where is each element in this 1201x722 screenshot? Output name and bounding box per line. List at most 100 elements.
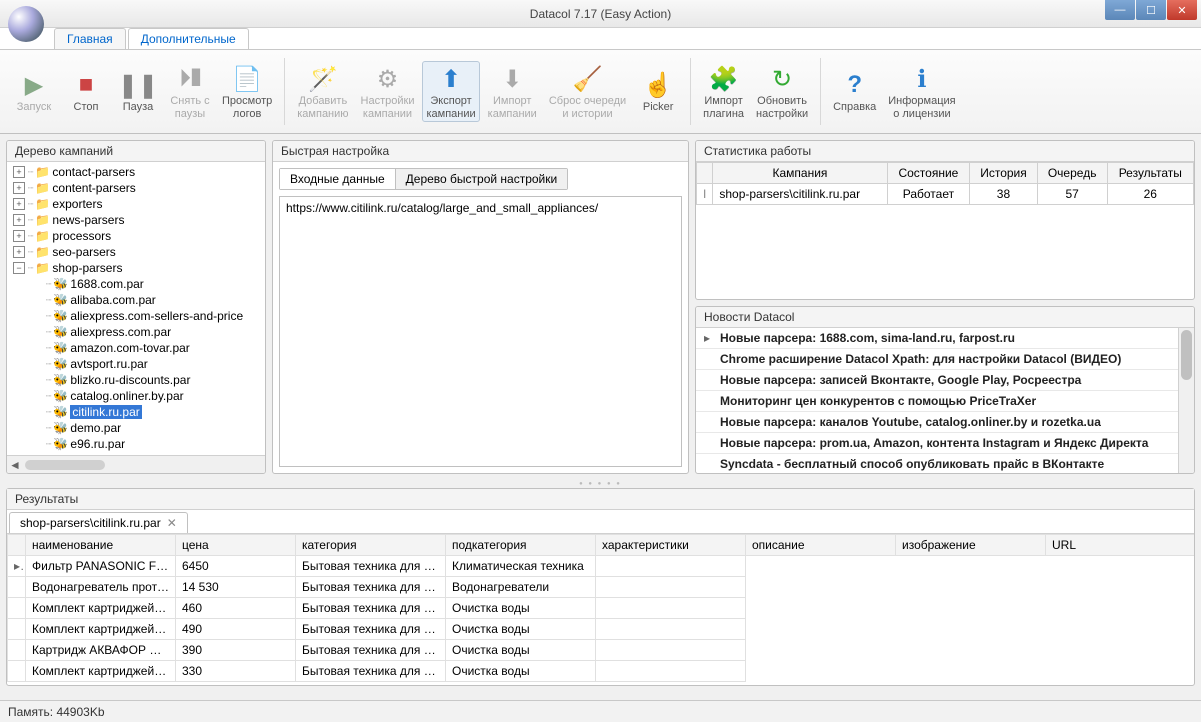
results-column-header[interactable]: категория [296,535,446,556]
ribbon-help-button[interactable]: ?Справка [829,67,880,115]
ribbon-pause-button[interactable]: ❚❚Пауза [114,67,162,115]
tree-toggle-icon[interactable]: + [13,230,25,242]
news-item[interactable]: Мониторинг цен конкурентов с помощью Pri… [696,391,1194,412]
ribbon-license-button[interactable]: ℹИнформация о лицензии [884,61,959,121]
tree-folder[interactable]: +┈📁processors [11,228,261,244]
news-item-title: Chrome расширение Datacol Xpath: для нас… [720,352,1186,366]
ribbon-add-campaign-button[interactable]: 🪄Добавить кампанию [293,61,352,121]
results-tab[interactable]: shop-parsers\citilink.ru.par ✕ [9,512,188,533]
tree-toggle-icon[interactable]: + [13,166,25,178]
tree-toggle-icon[interactable]: + [13,198,25,210]
ribbon-start-button[interactable]: ▶Запуск [10,67,58,115]
stats-row[interactable]: Ishop-parsers\citilink.ru.parРаботает385… [697,184,1194,205]
news-vertical-scrollbar[interactable] [1178,328,1194,473]
tree-item-label: e96.ru.par [70,437,125,451]
results-row[interactable]: Комплект картриджей …460Бытовая техника … [8,598,1195,619]
stats-col-queue[interactable]: Очередь [1037,163,1107,184]
tree-item[interactable]: ┈🐝aliexpress.com.par [29,324,261,340]
results-tab-close-icon[interactable]: ✕ [167,516,177,530]
results-column-header[interactable]: характеристики [596,535,746,556]
main-tab-row: Главная Дополнительные [0,28,1201,50]
ribbon-import-campaign-button[interactable]: ⬇Импорт кампании [484,61,541,121]
quick-tab-input-data[interactable]: Входные данные [280,169,396,189]
news-list[interactable]: ▸Новые парсера: 1688.com, sima-land.ru, … [696,328,1194,473]
stats-col-campaign[interactable]: Кампания [713,163,887,184]
window-maximize-button[interactable]: ☐ [1136,0,1166,20]
results-column-header[interactable]: цена [176,535,296,556]
tree-item[interactable]: ┈🐝1688.com.par [29,276,261,292]
ribbon-viewlogs-button[interactable]: 📄Просмотр логов [218,61,276,121]
news-item[interactable]: Новые парсера: prom.ua, Amazon, контента… [696,433,1194,454]
tree-item[interactable]: ┈🐝e96.ru.par [29,436,261,452]
tree-horizontal-scrollbar[interactable]: ◄ [7,455,265,473]
ribbon-stop-button[interactable]: ■Стоп [62,67,110,115]
tree-folder[interactable]: −┈📁shop-parsers [11,260,261,276]
quick-input-textarea[interactable] [279,196,682,467]
tree-item[interactable]: ┈🐝blizko.ru-discounts.par [29,372,261,388]
tree-item[interactable]: ┈🐝catalog.onliner.by.par [29,388,261,404]
tree-item[interactable]: ┈🐝alibaba.com.par [29,292,261,308]
results-column-header[interactable]: изображение [896,535,1046,556]
results-column-header[interactable]: URL [1046,535,1195,556]
folder-icon: 📁 [35,261,49,275]
ribbon-export-campaign-button[interactable]: ⬆Экспорт кампании [422,61,479,121]
parser-file-icon: 🐝 [53,293,67,307]
results-column-header[interactable]: подкатегория [446,535,596,556]
tree-folder[interactable]: +┈📁news-parsers [11,212,261,228]
tree-item[interactable]: ┈🐝aliexpress.com-sellers-and-price [29,308,261,324]
tree-folder[interactable]: +┈📁contact-parsers [11,164,261,180]
tree-folder[interactable]: +┈📁content-parsers [11,180,261,196]
ribbon: ▶Запуск ■Стоп ❚❚Пауза ⏵❚Снять с паузы 📄П… [0,50,1201,134]
results-cell [596,640,746,661]
results-tab-label: shop-parsers\citilink.ru.par [20,516,161,530]
stats-col-results[interactable]: Результаты [1107,163,1193,184]
results-row[interactable]: Комплект картриджей …330Бытовая техника … [8,661,1195,682]
tree-item-label: aliexpress.com.par [70,325,171,339]
tree-folder[interactable]: +┈📁seo-parsers [11,244,261,260]
news-panel: Новости Datacol ▸Новые парсера: 1688.com… [695,306,1195,474]
results-grid[interactable]: наименованиеценакатегорияподкатегорияхар… [7,534,1194,682]
news-item[interactable]: Новые парсера: записей Вконтакте, Google… [696,370,1194,391]
tree-item[interactable]: ┈🐝amazon.com-tovar.par [29,340,261,356]
tree-toggle-icon[interactable]: − [13,262,25,274]
ribbon-reset-queue-button[interactable]: 🧹Сброс очереди и истории [545,61,630,121]
ribbon-unpause-button[interactable]: ⏵❚Снять с паузы [166,61,214,121]
results-cell: Водонагреватели [446,577,596,598]
window-close-button[interactable]: ✕ [1167,0,1197,20]
window-minimize-button[interactable]: — [1105,0,1135,20]
news-item[interactable]: Syncdata - бесплатный способ опубликоват… [696,454,1194,473]
tree-toggle-icon[interactable]: + [13,214,25,226]
main-tab-main[interactable]: Главная [54,28,126,49]
parser-file-icon: 🐝 [53,421,67,435]
results-row[interactable]: ▸Фильтр PANASONIC F-Z…6450Бытовая техник… [8,556,1195,577]
parser-file-icon: 🐝 [53,357,67,371]
campaign-tree-header: Дерево кампаний [7,141,265,162]
tree-item[interactable]: ┈🐝avtsport.ru.par [29,356,261,372]
ribbon-refresh-settings-button[interactable]: ↻Обновить настройки [752,61,812,121]
results-column-header[interactable]: наименование [26,535,176,556]
campaign-tree[interactable]: +┈📁contact-parsers+┈📁content-parsers+┈📁e… [7,162,265,455]
ribbon-import-plugin-button[interactable]: 🧩Импорт плагина [699,61,748,121]
tree-toggle-icon[interactable]: + [13,246,25,258]
log-icon: 📄 [231,63,263,95]
horizontal-splitter[interactable]: ● ● ● ● ● [0,480,1201,488]
tree-item[interactable]: ┈🐝demo.par [29,420,261,436]
news-item[interactable]: Chrome расширение Datacol Xpath: для нас… [696,349,1194,370]
tree-folder[interactable]: +┈📁exporters [11,196,261,212]
quick-tab-tree[interactable]: Дерево быстрой настройки [396,169,568,189]
tree-toggle-icon[interactable]: + [13,182,25,194]
tree-item[interactable]: ┈🐝citilink.ru.par [29,404,261,420]
results-column-header[interactable]: описание [746,535,896,556]
stats-col-history[interactable]: История [970,163,1038,184]
results-cell: Климатическая техника [446,556,596,577]
results-row[interactable]: Картридж АКВАФОР Эф…390Бытовая техника д… [8,640,1195,661]
results-row[interactable]: Водонагреватель прото…14 530Бытовая техн… [8,577,1195,598]
ribbon-picker-button[interactable]: ☝️Picker [634,67,682,115]
main-tab-extra[interactable]: Дополнительные [128,28,249,49]
news-item[interactable]: ▸Новые парсера: 1688.com, sima-land.ru, … [696,328,1194,349]
results-cell: 330 [176,661,296,682]
news-item[interactable]: Новые парсера: каналов Youtube, catalog.… [696,412,1194,433]
stats-col-state[interactable]: Состояние [887,163,970,184]
results-row[interactable]: Комплект картриджей …490Бытовая техника … [8,619,1195,640]
ribbon-campaign-settings-button[interactable]: ⚙Настройки кампании [357,61,419,121]
